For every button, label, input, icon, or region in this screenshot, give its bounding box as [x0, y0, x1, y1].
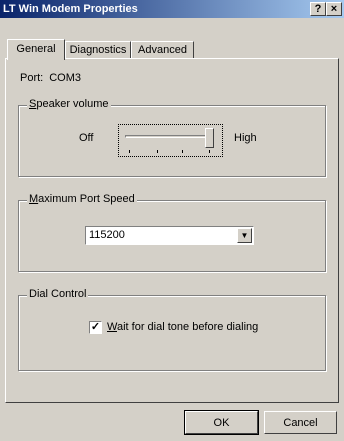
- volume-off-label: Off: [79, 132, 94, 144]
- port-label: Port:: [20, 72, 44, 84]
- title-bar: LT Win Modem Properties ? ×: [0, 0, 344, 18]
- slider-tick: [129, 150, 130, 153]
- close-button[interactable]: ×: [326, 2, 342, 16]
- cancel-button[interactable]: Cancel: [264, 411, 337, 434]
- speaker-volume-group: Speaker volume Off High: [18, 98, 326, 177]
- port-info: Port: COM3: [20, 72, 87, 84]
- speaker-volume-slider[interactable]: [118, 124, 223, 157]
- arrow-down-icon: ▼: [240, 231, 249, 240]
- help-icon: ?: [314, 3, 322, 15]
- slider-track: [125, 135, 213, 138]
- wait-dial-tone-label: Wait for dial tone before dialing: [107, 321, 259, 333]
- dial-control-legend: Dial Control: [27, 288, 89, 300]
- general-tab-panel: Port: COM3 Speaker volume Off High Maximu…: [5, 58, 339, 403]
- tab-diagnostics[interactable]: Diagnostics: [65, 41, 131, 59]
- ok-button[interactable]: OK: [184, 410, 259, 435]
- tab-general[interactable]: General: [7, 39, 65, 60]
- window-title: LT Win Modem Properties: [3, 3, 138, 15]
- close-icon: ×: [330, 3, 338, 15]
- slider-tick: [182, 150, 183, 153]
- tab-advanced[interactable]: Advanced: [131, 41, 194, 59]
- max-port-speed-legend: Maximum Port Speed: [27, 193, 137, 205]
- port-value: COM3: [49, 72, 82, 84]
- speaker-volume-legend: Speaker volume: [27, 98, 111, 110]
- checkmark-icon: ✓: [90, 321, 101, 333]
- slider-tick: [157, 150, 158, 153]
- slider-thumb[interactable]: [205, 128, 214, 148]
- help-button[interactable]: ?: [310, 2, 326, 16]
- dropdown-arrow-button[interactable]: ▼: [237, 228, 252, 243]
- modem-properties-window: LT Win Modem Properties ? × General Diag…: [0, 0, 344, 441]
- volume-high-label: High: [234, 132, 257, 144]
- max-port-speed-group: Maximum Port Speed 115200 ▼: [18, 193, 326, 272]
- wait-dial-tone-checkbox[interactable]: ✓: [89, 321, 102, 334]
- dial-control-group: Dial Control ✓ Wait for dial tone before…: [18, 288, 326, 371]
- port-speed-select[interactable]: 115200 ▼: [85, 226, 254, 245]
- port-speed-value: 115200: [89, 229, 125, 241]
- slider-tick: [209, 150, 210, 153]
